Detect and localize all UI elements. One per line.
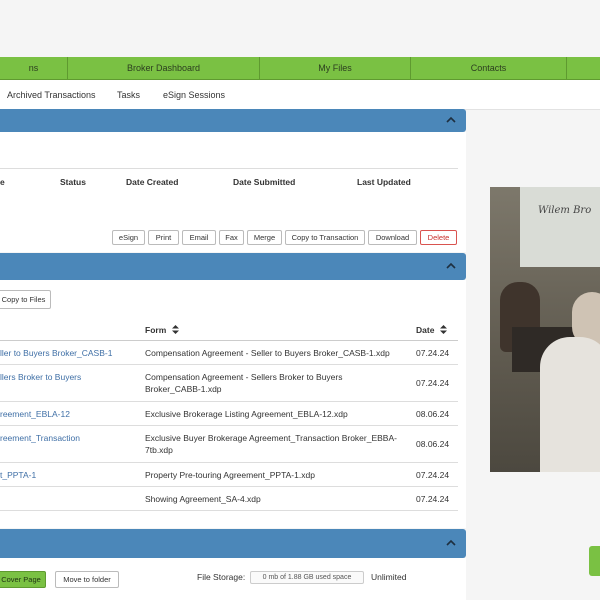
form-date: 07.24.24 [416, 494, 450, 504]
table-row[interactable]: reement_Transaction Exclusive Buyer Brok… [0, 426, 458, 463]
delete-button[interactable]: Delete [420, 230, 457, 245]
column-header-date-submitted[interactable]: Date Submitted [233, 177, 295, 187]
subnav-esign-sessions[interactable]: eSign Sessions [163, 80, 225, 110]
forms-panel: Copy to Files Form Date ller to Buyers B… [0, 280, 466, 528]
table-row[interactable]: t_PPTA-1 Property Pre-touring Agreement_… [0, 463, 458, 487]
esign-panel: e Status Date Created Date Submitted Las… [0, 132, 466, 252]
print-button[interactable]: Print [148, 230, 179, 245]
form-filename: Exclusive Brokerage Listing Agreement_EB… [145, 409, 348, 419]
files-section-header[interactable] [0, 529, 466, 558]
form-link[interactable]: reement_EBLA-12 [0, 408, 70, 420]
whiteboard [520, 187, 600, 267]
forms-section-header[interactable] [0, 253, 466, 280]
date-header-label: Date [416, 325, 435, 335]
form-filename: Property Pre-touring Agreement_PPTA-1.xd… [145, 470, 315, 480]
nav-item-broker-dashboard[interactable]: Broker Dashboard [67, 57, 259, 80]
person [540, 337, 600, 472]
copy-to-files-button[interactable]: Copy to Files [0, 290, 51, 309]
sort-icon[interactable] [439, 325, 447, 334]
fax-button[interactable]: Fax [219, 230, 244, 245]
nav-item-extra[interactable] [566, 57, 600, 80]
side-action-tab[interactable] [589, 546, 600, 576]
form-filename: Compensation Agreement - Seller to Buyer… [145, 348, 390, 358]
table-row[interactable]: reement_EBLA-12 Exclusive Brokerage List… [0, 402, 458, 426]
form-date: 07.24.24 [416, 470, 450, 480]
divider [0, 168, 458, 169]
move-to-folder-button[interactable]: Move to folder [55, 571, 119, 588]
form-header-label: Form [145, 325, 167, 335]
nav-item-my-files[interactable]: My Files [259, 57, 410, 80]
nav-label: My Files [318, 63, 352, 73]
form-link[interactable]: t_PPTA-1 [0, 469, 36, 481]
form-date: 08.06.24 [416, 409, 450, 419]
form-date: 07.24.24 [416, 348, 450, 358]
nav-label: Contacts [470, 63, 507, 73]
top-navigation: ns Broker Dashboard My Files Contacts [0, 57, 600, 80]
file-storage-label: File Storage: [197, 572, 246, 582]
sort-icon[interactable] [171, 325, 179, 334]
subnav-archived-transactions[interactable]: Archived Transactions [7, 80, 96, 110]
nav-item-transactions[interactable]: ns [0, 57, 67, 80]
file-storage-limit: Unlimited [371, 572, 407, 582]
whiteboard-text: Wilem Bro [538, 205, 592, 216]
chevron-up-icon[interactable] [445, 114, 457, 126]
webcam-video: Wilem Bro [490, 187, 600, 472]
chevron-up-icon[interactable] [445, 537, 457, 549]
column-header-date-created[interactable]: Date Created [126, 177, 178, 187]
cover-page-button[interactable]: Cover Page [0, 571, 46, 588]
file-storage-value: 0 mb of 1.88 GB used space [250, 571, 364, 584]
sub-navigation: Archived Transactions Tasks eSign Sessio… [0, 80, 600, 110]
download-button[interactable]: Download [368, 230, 417, 245]
column-header-status[interactable]: Status [60, 177, 86, 187]
form-filename: Compensation Agreement - Sellers Broker … [145, 372, 343, 394]
merge-button[interactable]: Merge [247, 230, 282, 245]
table-row[interactable]: Showing Agreement_SA-4.xdp 07.24.24 [0, 487, 458, 511]
nav-label: ns [28, 63, 39, 73]
form-date: 07.24.24 [416, 378, 450, 388]
form-date: 08.06.24 [416, 439, 450, 449]
nav-item-contacts[interactable]: Contacts [410, 57, 566, 80]
form-filename: Exclusive Buyer Brokerage Agreement_Tran… [145, 433, 397, 455]
copy-to-transaction-button[interactable]: Copy to Transaction [285, 230, 365, 245]
column-header-last-updated[interactable]: Last Updated [357, 177, 411, 187]
form-link[interactable]: reement_Transaction [0, 432, 80, 444]
table-row[interactable]: llers Broker to Buyers Compensation Agre… [0, 365, 458, 402]
files-panel: Cover Page Move to folder File Storage: … [0, 558, 466, 600]
nav-label: Broker Dashboard [126, 63, 201, 73]
column-header-form[interactable]: Form [145, 325, 179, 335]
subnav-tasks[interactable]: Tasks [117, 80, 140, 110]
esign-section-header[interactable] [0, 109, 466, 132]
form-filename: Showing Agreement_SA-4.xdp [145, 494, 261, 504]
email-button[interactable]: Email [182, 230, 216, 245]
column-header-name[interactable]: e [0, 177, 5, 187]
esign-button[interactable]: eSign [112, 230, 145, 245]
form-link[interactable]: llers Broker to Buyers [0, 371, 81, 383]
column-header-date[interactable]: Date [416, 325, 447, 335]
chevron-up-icon[interactable] [445, 260, 457, 272]
form-link[interactable]: ller to Buyers Broker_CASB-1 [0, 347, 112, 359]
table-row[interactable]: ller to Buyers Broker_CASB-1 Compensatio… [0, 341, 458, 365]
